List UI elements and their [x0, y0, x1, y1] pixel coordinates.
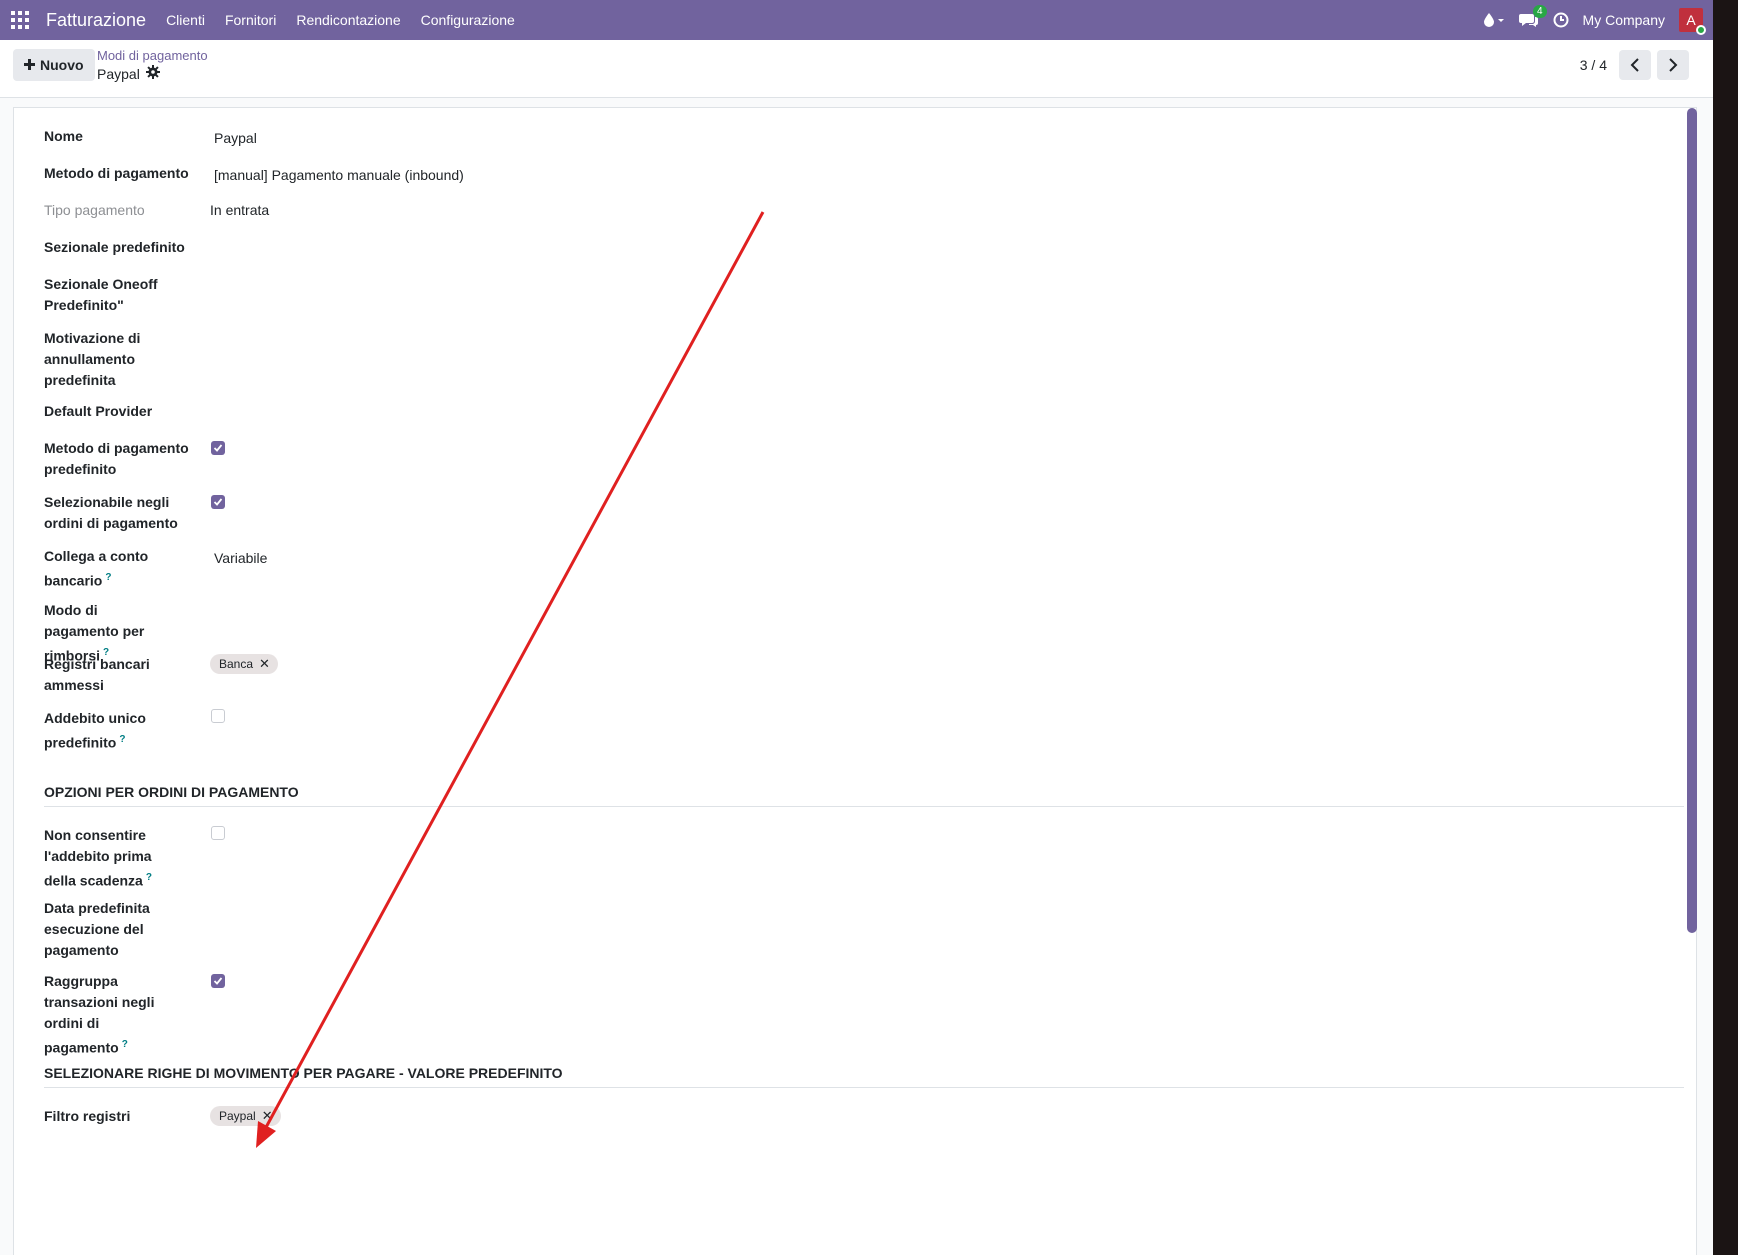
new-button-label: Nuovo: [40, 57, 84, 73]
help-tooltip-icon[interactable]: ?: [119, 734, 125, 745]
raggruppa-checkbox[interactable]: [211, 974, 225, 988]
app-name[interactable]: Fatturazione: [46, 10, 146, 31]
field-label: Sezionale Oneoff Predefinito": [44, 276, 158, 313]
help-tooltip-icon[interactable]: ?: [122, 1039, 128, 1050]
form-sheet: Nome Paypal Metodo di pagamento [manual]…: [13, 107, 1697, 1255]
field-label: Default Provider: [44, 403, 153, 419]
menu-item-fornitori[interactable]: Fornitori: [225, 12, 276, 28]
window-edge: [1713, 0, 1738, 1255]
messages-count-badge: 4: [1532, 5, 1547, 18]
check-icon: [213, 444, 223, 452]
field-label: Metodo di pagamento: [44, 165, 189, 181]
field-label: Filtro registri: [44, 1108, 131, 1124]
field-label-text: Addebito unico predefinito: [44, 710, 146, 751]
screen: Fatturazione Clienti Fornitori Rendicont…: [0, 0, 1738, 1255]
field-label: Nome: [44, 128, 83, 144]
field-label: Collega a conto bancario?: [44, 546, 154, 592]
field-label-text: Raggruppa transazioni negli ordini di pa…: [44, 973, 155, 1056]
control-panel: Nuovo Modi di pagamento Paypal 3 / 4: [0, 40, 1713, 98]
field-label: Tipo pagamento: [44, 202, 145, 218]
field-label: Registri bancari ammessi: [44, 656, 150, 693]
menu-item-configurazione[interactable]: Configurazione: [421, 12, 515, 28]
user-avatar[interactable]: A: [1679, 8, 1706, 35]
menu-item-rendicontazione[interactable]: Rendicontazione: [296, 12, 400, 28]
pager-previous-button[interactable]: [1619, 50, 1651, 80]
online-status-dot: [1696, 25, 1706, 35]
app-window: Fatturazione Clienti Fornitori Rendicont…: [0, 0, 1713, 1255]
plus-icon: [24, 57, 35, 73]
navbar-systray: 4 My Company A: [1483, 5, 1706, 35]
field-label-text: Non consentire l'addebito prima della sc…: [44, 827, 152, 889]
vertical-scrollbar[interactable]: [1687, 108, 1697, 933]
field-label: Selezionabile negli ordini di pagamento: [44, 494, 178, 531]
field-label-text: Collega a conto bancario: [44, 548, 149, 589]
non-consentire-checkbox[interactable]: [211, 826, 225, 840]
messages-icon[interactable]: 4: [1518, 5, 1547, 28]
record-title: Paypal: [97, 65, 160, 82]
pager-value[interactable]: 3 / 4: [1580, 57, 1607, 73]
field-label: Data predefinita esecuzione del pagament…: [44, 900, 150, 958]
help-tooltip-icon[interactable]: ?: [105, 572, 111, 583]
metodo-predefinito-checkbox[interactable]: [211, 441, 225, 455]
pager-next-button[interactable]: [1657, 50, 1689, 80]
help-tooltip-icon[interactable]: ?: [146, 872, 152, 883]
selezionabile-checkbox[interactable]: [211, 495, 225, 509]
section-header-ordini: OPZIONI PER ORDINI DI PAGAMENTO: [44, 784, 1684, 807]
gear-icon[interactable]: [145, 65, 160, 82]
remove-tag-icon[interactable]: ✕: [262, 1106, 273, 1126]
company-switcher[interactable]: My Company: [1583, 12, 1665, 28]
tag-label: Paypal: [219, 1109, 256, 1123]
tag-paypal: Paypal ✕: [210, 1106, 281, 1126]
check-icon: [213, 498, 223, 506]
nome-input[interactable]: Paypal: [214, 128, 257, 149]
field-label: Sezionale predefinito: [44, 239, 185, 255]
field-label: Non consentire l'addebito prima della sc…: [44, 825, 184, 892]
breadcrumb[interactable]: Modi di pagamento: [97, 48, 208, 63]
apps-menu-icon[interactable]: [0, 0, 40, 40]
menu-item-clienti[interactable]: Clienti: [166, 12, 205, 28]
collega-conto-select[interactable]: Variabile: [214, 548, 267, 569]
tag-banca: Banca ✕: [210, 654, 278, 674]
record-name: Paypal: [97, 65, 140, 82]
field-label: Motivazione di annullamento predefinita: [44, 330, 141, 388]
tipo-pagamento-value: In entrata: [210, 202, 270, 218]
clock-icon[interactable]: [1553, 12, 1569, 28]
field-label: Addebito unico predefinito?: [44, 708, 154, 754]
new-button[interactable]: Nuovo: [13, 49, 95, 81]
check-icon: [213, 977, 223, 985]
avatar-initial: A: [1686, 12, 1696, 28]
main-menu: Clienti Fornitori Rendicontazione Config…: [166, 12, 515, 28]
chevron-left-icon: [1630, 58, 1639, 72]
top-navbar: Fatturazione Clienti Fornitori Rendicont…: [0, 0, 1713, 40]
field-label: Raggruppa transazioni negli ordini di pa…: [44, 971, 184, 1059]
drop-icon[interactable]: [1483, 12, 1505, 28]
pager: 3 / 4: [1580, 50, 1689, 80]
section-header-righe: SELEZIONARE RIGHE DI MOVIMENTO PER PAGAR…: [44, 1065, 1684, 1088]
chevron-right-icon: [1669, 58, 1678, 72]
remove-tag-icon[interactable]: ✕: [259, 654, 270, 674]
field-label: Metodo di pagamento predefinito: [44, 440, 189, 477]
addebito-unico-checkbox[interactable]: [211, 709, 225, 723]
metodo-pagamento-select[interactable]: [manual] Pagamento manuale (inbound): [214, 165, 464, 186]
tag-label: Banca: [219, 657, 254, 671]
